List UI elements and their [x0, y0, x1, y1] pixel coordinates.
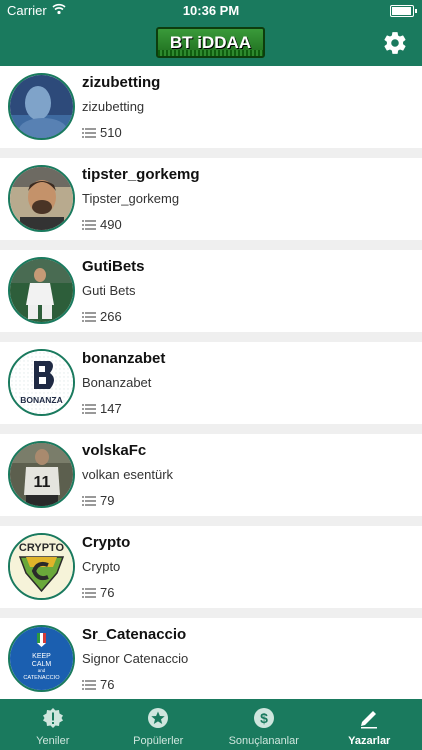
list-item[interactable]: GutiBets Guti Bets 266: [0, 250, 422, 332]
tipster-username: GutiBets: [82, 258, 145, 275]
post-count: 76: [82, 676, 114, 692]
app-logo: BT iDDAA: [156, 27, 265, 58]
tab-bar: Yeniler Popülerler $ Sonuçlananlar Yazar…: [0, 699, 422, 750]
list-icon: [82, 495, 96, 506]
avatar: [8, 257, 75, 324]
svg-text:CALM: CALM: [32, 661, 52, 668]
avatar: 11: [8, 441, 75, 508]
list-item[interactable]: BONANZA bonanzabet Bonanzabet 147: [0, 342, 422, 424]
svg-text:BONANZA: BONANZA: [20, 395, 63, 405]
tipster-display-name: Guti Bets: [82, 283, 136, 298]
svg-text:$: $: [260, 710, 268, 726]
tipster-display-name: volkan esentürk: [82, 467, 174, 482]
list-item[interactable]: KEEP CALM and CATENACCIO Sr_Catenaccio S…: [0, 618, 422, 699]
svg-text:KEEP: KEEP: [32, 653, 51, 660]
tab-yeniler[interactable]: Yeniler: [0, 699, 106, 750]
tipster-display-name: Crypto: [82, 559, 121, 574]
tab-label: Sonuçlananlar: [228, 735, 299, 747]
tab-populerler[interactable]: Popülerler: [106, 699, 212, 750]
list-icon: [82, 311, 96, 322]
tab-yazarlar[interactable]: Yazarlar: [317, 699, 422, 750]
svg-text:CRYPTO: CRYPTO: [19, 542, 65, 554]
list-icon: [82, 679, 96, 690]
svg-text:and: and: [38, 668, 46, 673]
list-icon: [82, 127, 96, 138]
list-icon: [82, 587, 96, 598]
dollar-icon: $: [253, 708, 274, 728]
list-item[interactable]: CRYPTO Crypto Crypto 76: [0, 526, 422, 608]
post-count: 490: [82, 216, 122, 232]
avatar: KEEP CALM and CATENACCIO: [8, 625, 75, 692]
battery-icon: [390, 5, 417, 17]
list-item[interactable]: 11 volskaFc volkan esentürk 79: [0, 434, 422, 516]
post-count: 147: [82, 400, 122, 416]
tipster-list: zizubetting zizubetting 510 tipster_gork…: [0, 66, 422, 699]
navigation-bar: Carrier 10:36 PM BT iDDAA: [0, 0, 422, 66]
tab-label: Yazarlar: [348, 735, 391, 747]
tipster-display-name: zizubetting: [82, 99, 145, 114]
clock-time: 10:36 PM: [182, 3, 240, 18]
tipster-username: Sr_Catenaccio: [82, 626, 187, 643]
list-item[interactable]: zizubetting zizubetting 510: [0, 66, 422, 148]
tipster-username: zizubetting: [82, 74, 161, 91]
avatar: [8, 73, 75, 140]
avatar: BONANZA: [8, 349, 75, 416]
post-count: 76: [82, 584, 114, 600]
post-count: 79: [82, 492, 114, 508]
tipster-display-name: Bonanzabet: [82, 375, 152, 390]
tipster-display-name: Signor Catenaccio: [82, 651, 189, 666]
status-bar: Carrier 10:36 PM: [0, 0, 422, 22]
tipster-username: tipster_gorkemg: [82, 166, 200, 183]
pencil-icon: [361, 711, 378, 729]
post-count: 510: [82, 124, 122, 140]
tab-sonuclananlar[interactable]: $ Sonuçlananlar: [211, 699, 317, 750]
post-count: 266: [82, 308, 122, 324]
tab-label: Yeniler: [36, 735, 70, 747]
tipster-display-name: Tipster_gorkemg: [82, 191, 180, 206]
list-icon: [82, 403, 96, 414]
tipster-username: Crypto: [82, 534, 131, 551]
gear-icon[interactable]: [382, 30, 408, 56]
tab-label: Popülerler: [133, 735, 184, 747]
tipster-username: bonanzabet: [82, 350, 166, 367]
list-item[interactable]: tipster_gorkemg Tipster_gorkemg 490: [0, 158, 422, 240]
list-icon: [82, 219, 96, 230]
svg-text:11: 11: [34, 474, 51, 491]
avatar: CRYPTO: [8, 533, 75, 600]
star-icon: [148, 708, 169, 728]
tipster-username: volskaFc: [82, 442, 147, 459]
avatar: [8, 165, 75, 232]
svg-text:CATENACCIO: CATENACCIO: [23, 675, 60, 681]
alert-badge-icon: [42, 708, 63, 728]
